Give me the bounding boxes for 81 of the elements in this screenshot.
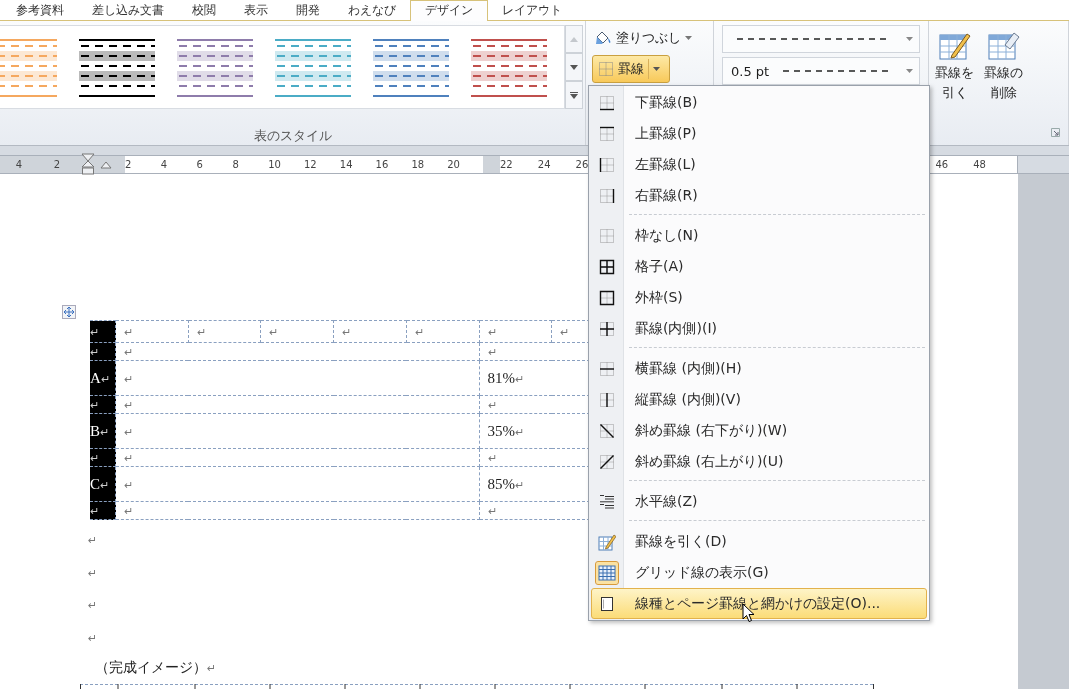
more-arrow-icon — [570, 91, 578, 99]
table-cell: ↵ — [115, 413, 479, 449]
draw-table-button[interactable]: 罫線を 引く — [933, 27, 976, 105]
menu-item[interactable]: 枠なし(N) — [591, 220, 927, 251]
ribbon-tab[interactable]: デザイン — [410, 0, 488, 21]
ruler-number: 24 — [537, 159, 552, 170]
menu-item[interactable]: 上罫線(P) — [591, 118, 927, 149]
ruler-number: 20 — [447, 159, 461, 170]
menu-item[interactable]: 右罫線(R) — [591, 180, 927, 211]
paragraph: ↵ — [88, 630, 98, 647]
table-cell: ↵ — [115, 342, 479, 361]
ruler-number: 2 — [52, 159, 62, 170]
ribbon-tab[interactable]: 差し込み文書 — [78, 1, 178, 20]
ruler-number: 2 — [125, 159, 133, 170]
menu-item[interactable]: 左罫線(L) — [591, 149, 927, 180]
gallery-more-button[interactable] — [565, 81, 583, 109]
ruler-number: 6 — [196, 159, 204, 170]
caret-icon — [906, 37, 913, 41]
ruler-number: 4 — [14, 159, 24, 170]
paragraph: ↵ — [88, 565, 98, 582]
indent-marker-icon[interactable] — [81, 153, 95, 175]
tab-marker-icon[interactable] — [100, 161, 112, 169]
menu-item[interactable]: 格子(A) — [591, 251, 927, 282]
shading-button[interactable]: 塗りつぶし — [592, 27, 694, 49]
ribbon-tab[interactable]: 表示 — [230, 1, 282, 20]
border-grid-icon — [598, 61, 614, 77]
menu-item[interactable]: 外枠(S) — [591, 282, 927, 313]
ruler-number: 48 — [973, 159, 987, 170]
table-cell: ↵ — [115, 360, 479, 396]
ruler-number: 10 — [268, 159, 282, 170]
table-cell: ↵ — [115, 395, 479, 414]
table-cell: ↵ — [188, 320, 261, 343]
menu-item[interactable]: グリッド線の表示(G) — [591, 557, 927, 588]
table-cell: ↵ — [115, 448, 479, 467]
ribbon-tab[interactable]: わえなび — [334, 1, 410, 20]
borders-button[interactable]: 罫線 — [592, 55, 670, 83]
caret-icon — [906, 69, 913, 73]
group-label: 表のスタイル — [252, 127, 333, 145]
eraser-button[interactable]: 罫線の 削除 — [982, 27, 1025, 105]
paragraph: ↵ — [88, 598, 98, 614]
dialog-launcher-icon[interactable] — [1051, 128, 1060, 137]
move-handle-icon[interactable] — [62, 305, 76, 319]
ribbon-tab[interactable]: 校閲 — [178, 1, 230, 20]
ruler-number: 4 — [160, 159, 169, 170]
table-style-thumbnail[interactable] — [275, 39, 351, 99]
ruler-number: 12 — [304, 159, 318, 170]
table-cell: ↵ — [333, 320, 407, 343]
up-arrow-icon — [570, 36, 578, 42]
caret-icon — [685, 36, 692, 40]
table-cell: ↵ — [479, 320, 552, 343]
table-style-thumbnail[interactable] — [0, 39, 57, 99]
ruler-number: 16 — [375, 159, 390, 170]
caret-icon — [653, 67, 660, 71]
table-cell: ↵ — [115, 320, 189, 343]
ruler-number: 18 — [411, 159, 426, 170]
paint-bucket-icon — [594, 30, 612, 46]
table-style-thumbnail[interactable] — [471, 39, 547, 99]
ruler-number: 26 — [575, 159, 590, 170]
dashed-line-icon — [737, 37, 887, 41]
menu-item[interactable]: 罫線を引く(D) — [591, 526, 927, 557]
ruler-number: 8 — [232, 159, 240, 170]
down-arrow-icon — [570, 64, 578, 70]
table-style-thumbnail[interactable] — [177, 39, 253, 99]
ruler-number: 46 — [935, 159, 950, 170]
table-style-thumbnail[interactable] — [79, 39, 155, 99]
line-style-dropdown[interactable] — [722, 25, 920, 53]
menu-item[interactable]: 下罫線(B) — [591, 87, 927, 118]
table-cell: ↵ — [115, 501, 479, 520]
paragraph: ↵ — [88, 533, 98, 549]
table-cell: ↵ — [115, 466, 479, 502]
line-weight-dropdown[interactable]: 0.5 pt — [722, 57, 920, 85]
gallery-down-button[interactable] — [565, 53, 583, 81]
ribbon-tab[interactable]: 開発 — [282, 1, 334, 20]
table-cell: ↵ — [260, 320, 334, 343]
ruler-number: 22 — [500, 159, 514, 170]
paragraph: （完成イメージ）↵ — [95, 659, 217, 677]
ribbon-tab[interactable]: レイアウト — [488, 1, 576, 20]
ruler-number: 14 — [339, 159, 354, 170]
table-style-thumbnail[interactable] — [373, 39, 449, 99]
table-cell: ↵ — [406, 320, 479, 343]
ribbon-tab[interactable]: 参考資料 — [2, 1, 78, 20]
